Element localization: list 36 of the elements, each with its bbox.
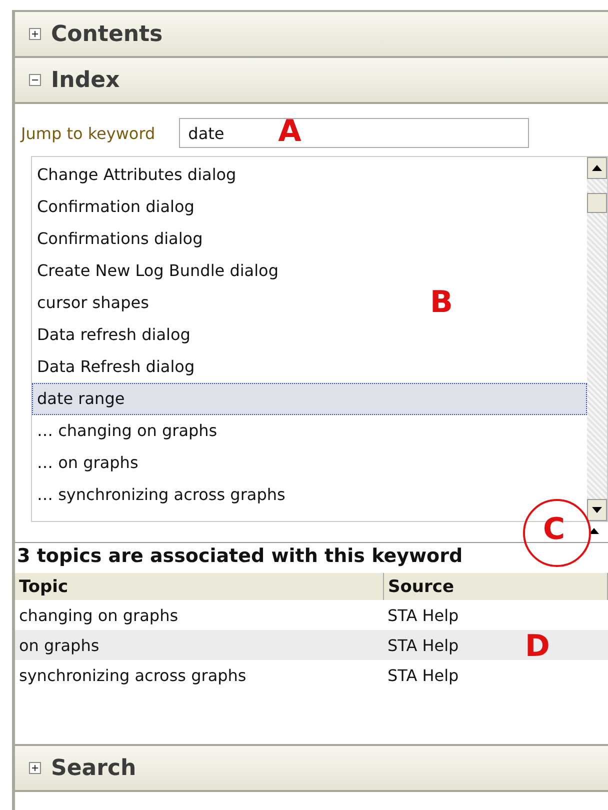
index-entry[interactable]: Change Attributes dialog	[32, 159, 238, 191]
scroll-up-button[interactable]	[587, 157, 607, 179]
table-cell: changing on graphs	[19, 606, 178, 624]
keyword-input[interactable]: date	[180, 119, 276, 147]
scroll-thumb[interactable]	[587, 193, 607, 213]
index-entry[interactable]: … on graphs	[32, 447, 140, 479]
table-cell: STA Help	[388, 666, 459, 684]
down-arrow-icon	[592, 507, 602, 513]
index-entry[interactable]: Data Refresh dialog	[32, 351, 196, 383]
index-entry[interactable]: Confirmation dialog	[32, 191, 196, 223]
field-label: Jump to keyword	[21, 124, 156, 142]
column-header[interactable]: Topic	[15, 573, 384, 600]
index-entry[interactable]: Data refresh dialog	[32, 319, 192, 351]
callout-letter: B	[430, 288, 453, 318]
table-cell: STA Help	[388, 606, 459, 624]
index-entry[interactable]: cursor shapes	[32, 287, 150, 319]
keyword-field[interactable]: date A	[179, 118, 530, 148]
section-header[interactable]: Search	[51, 756, 136, 780]
index-entry[interactable]: Confirmations dialog	[32, 223, 204, 255]
index-entry[interactable]: date range	[32, 383, 587, 415]
index-entry[interactable]: Create New Log Bundle dialog	[32, 255, 280, 287]
callout-letter: D	[525, 632, 550, 662]
section-header[interactable]: Index	[51, 68, 120, 92]
index-entry[interactable]: … changing on graphs	[32, 415, 218, 447]
section-header[interactable]: Contents	[51, 22, 163, 46]
scroll-down-button[interactable]	[587, 499, 607, 521]
callout-letter: A	[278, 117, 302, 147]
table-cell: on graphs	[19, 636, 100, 654]
index-entry[interactable]: … synchronizing across graphs	[32, 479, 286, 511]
up-arrow-icon	[592, 165, 602, 171]
callout-circle	[523, 499, 591, 567]
table-cell: synchronizing across graphs	[19, 666, 246, 684]
callout-letter: C	[543, 515, 566, 545]
table-cell: STA Help	[388, 636, 459, 654]
column-header[interactable]: Source	[384, 573, 608, 600]
topics-heading: 3 topics are associated with this keyword	[16, 544, 464, 569]
